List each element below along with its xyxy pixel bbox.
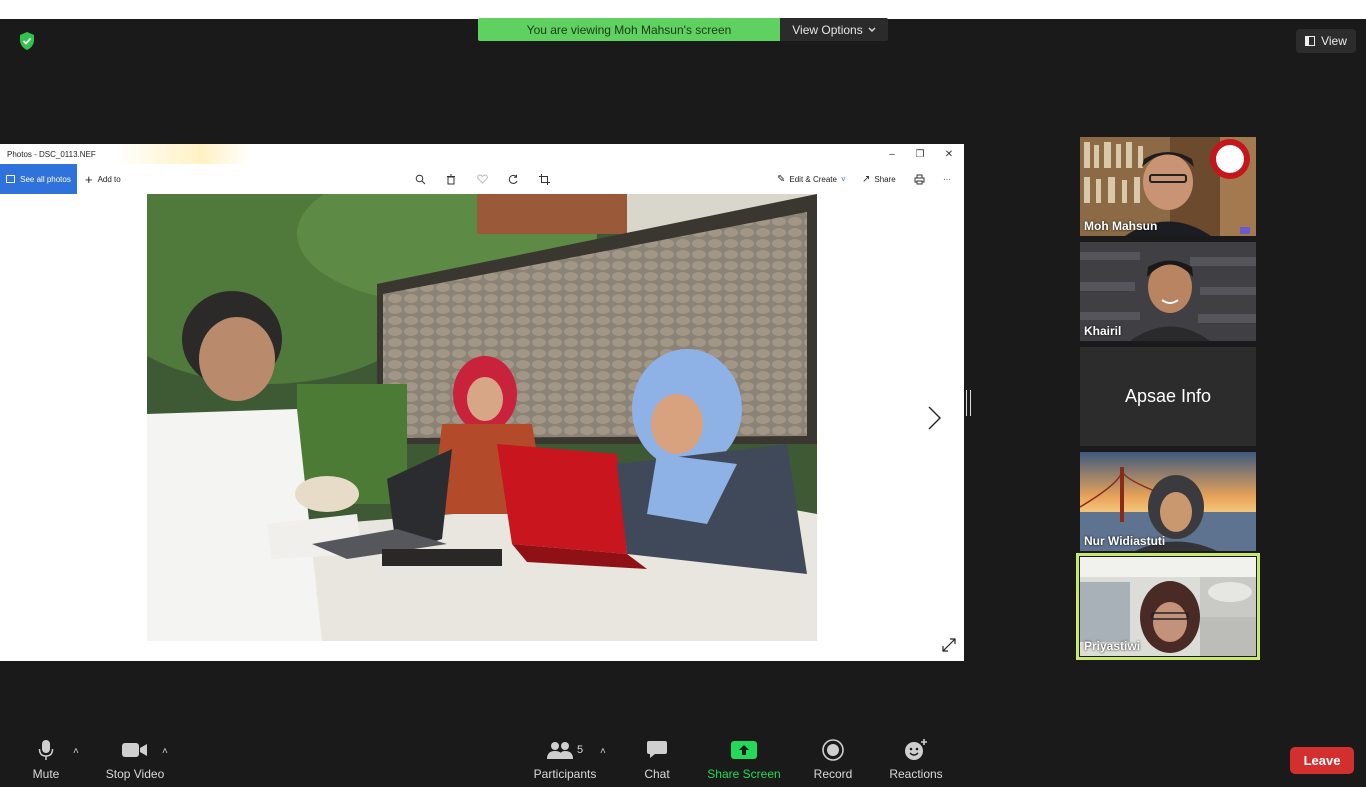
chevron-down-icon: ˅ (840, 174, 846, 184)
view-label: View (1321, 34, 1347, 48)
share-button[interactable]: ↗ Share (862, 164, 896, 194)
gallery-icon (6, 175, 16, 183)
view-button[interactable]: View (1296, 29, 1356, 53)
participant-name: Moh Mahsun (1084, 219, 1158, 233)
video-options-caret-icon[interactable]: ˄ (162, 746, 168, 757)
participants-button[interactable]: 5 Participants (528, 734, 602, 787)
mute-label: Mute (32, 767, 60, 781)
print-icon[interactable] (912, 172, 926, 186)
edit-create-label: Edit & Create (789, 174, 837, 184)
top-white-strip (0, 0, 1366, 19)
edit-create-icon: ✎ (777, 173, 786, 185)
participants-icon (546, 742, 573, 759)
chevron-down-icon (868, 27, 876, 32)
photos-titlebar: Photos - DSC_0113.NEF – ❐ ✕ (0, 144, 964, 164)
participant-tile[interactable]: Apsae Info (1080, 347, 1256, 446)
photos-window-title: Photos - DSC_0113.NEF (7, 149, 96, 159)
panel-resize-handle[interactable] (966, 390, 971, 416)
share-screen-icon (731, 741, 757, 759)
reactions-smiley-icon (905, 739, 927, 760)
reactions-label: Reactions (889, 767, 943, 781)
record-label: Record (813, 767, 853, 781)
view-options-button[interactable]: View Options (780, 18, 888, 41)
crop-icon[interactable] (537, 172, 551, 186)
more-icon: ··· (943, 174, 951, 184)
next-photo-chevron-icon[interactable] (926, 406, 942, 430)
favorite-heart-icon[interactable] (475, 172, 489, 186)
participant-name: Khairil (1084, 324, 1122, 338)
chat-button[interactable]: Chat (636, 734, 678, 787)
mute-button[interactable]: Mute (22, 734, 70, 787)
share-icon: ↗ (862, 173, 871, 185)
participant-name: Nur Widiastuti (1084, 534, 1166, 548)
minimize-icon[interactable]: – (878, 144, 906, 164)
record-button[interactable]: Record (808, 734, 858, 787)
stop-video-button[interactable]: Stop Video (100, 734, 170, 787)
plus-icon: + (85, 171, 93, 187)
chat-bubble-icon (647, 741, 667, 758)
see-all-photos-button[interactable]: See all photos (0, 164, 77, 194)
participant-tile[interactable]: Khairil (1080, 242, 1256, 341)
participants-options-caret-icon[interactable]: ˄ (600, 746, 606, 757)
security-shield-icon[interactable] (16, 30, 38, 52)
video-camera-icon (122, 743, 147, 757)
meeting-controls-bar: Mute ˄ Stop Video ˄ 5 Participants ˄ Cha… (0, 734, 1366, 787)
close-icon[interactable]: ✕ (935, 144, 963, 164)
share-screen-label: Share Screen (707, 767, 781, 781)
participant-name-placeholder: Apsae Info (1124, 386, 1212, 406)
viewing-screen-text: You are viewing Moh Mahsun's screen (478, 18, 780, 41)
microphone-icon (38, 740, 54, 760)
participant-tile-active-speaker[interactable]: Priyastiwi (1076, 553, 1260, 660)
shared-photos-window: Photos - DSC_0113.NEF – ❐ ✕ See all phot… (0, 144, 964, 661)
participants-count: 5 (576, 744, 584, 756)
reactions-button[interactable]: Reactions (884, 734, 948, 787)
leave-button[interactable]: Leave (1290, 747, 1354, 774)
audio-options-caret-icon[interactable]: ˄ (73, 746, 79, 757)
participant-tile[interactable]: Nur Widiastuti (1080, 452, 1256, 551)
delete-icon[interactable] (444, 172, 458, 186)
restore-icon[interactable]: ❐ (906, 144, 934, 164)
add-to-button[interactable]: + Add to (85, 164, 121, 194)
stop-video-label: Stop Video (105, 767, 165, 781)
participant-tile[interactable]: Moh Mahsun (1080, 137, 1256, 236)
see-all-photos-label: See all photos (20, 174, 71, 184)
chat-label: Chat (644, 767, 670, 781)
fullscreen-expand-icon[interactable] (942, 638, 956, 652)
share-label: Share (874, 174, 896, 184)
participant-name: Priyastiwi (1084, 639, 1141, 653)
add-to-label: Add to (97, 174, 121, 184)
displayed-photo (147, 194, 817, 641)
zoom-icon[interactable] (413, 172, 427, 186)
gallery-view-icon (1305, 36, 1316, 46)
share-screen-button[interactable]: Share Screen (702, 734, 786, 787)
view-options-label: View Options (792, 22, 863, 37)
participants-label: Participants (533, 767, 597, 781)
edit-create-button[interactable]: ✎ Edit & Create ˅ (777, 164, 846, 194)
more-options-button[interactable]: ··· (943, 164, 951, 194)
screen-share-banner: You are viewing Moh Mahsun's screen View… (478, 18, 888, 41)
record-icon (822, 739, 844, 761)
rotate-icon[interactable] (506, 172, 520, 186)
photos-toolbar: See all photos + Add to ✎ Edit & Create … (0, 164, 964, 194)
